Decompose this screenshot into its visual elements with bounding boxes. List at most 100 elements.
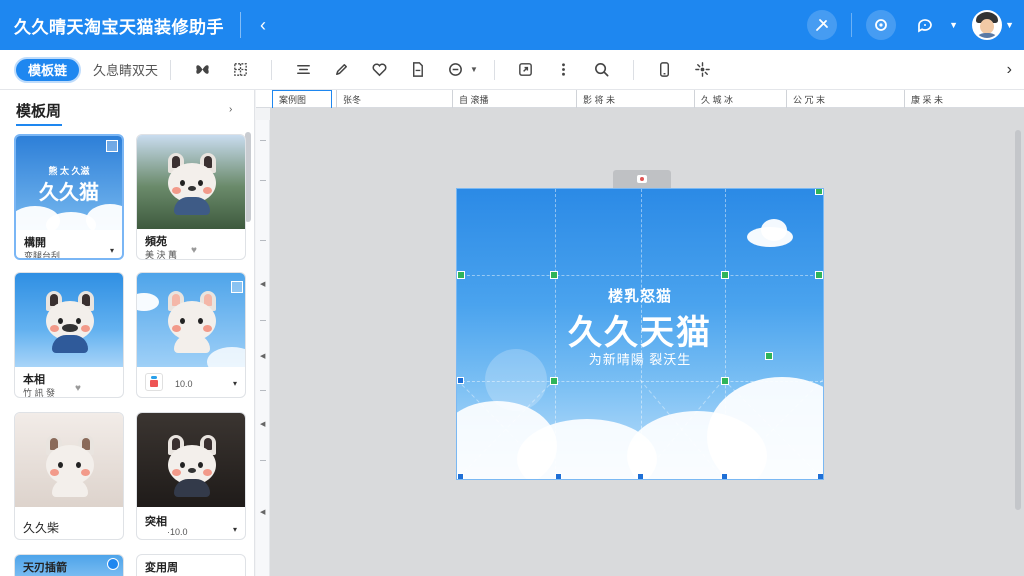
pen-icon[interactable] [328, 57, 354, 83]
thumb-title: 久久猫 [39, 182, 99, 204]
more-icon[interactable] [551, 57, 577, 83]
banner-subtitle[interactable]: 楼乳怒猫 [457, 285, 823, 306]
toolbar: 模板链 久息睛双天 ▼ › [0, 50, 1024, 90]
ruler-cell[interactable]: 公 冗 末 [786, 90, 904, 108]
template-card[interactable]: 熊 太 久滋 久久猫 構開 变腿台刮 ▾ [14, 134, 124, 260]
topbar-separator [851, 13, 853, 37]
document-icon[interactable] [404, 57, 430, 83]
anchor-handle[interactable] [555, 473, 562, 479]
template-button[interactable]: 模板链 [14, 56, 82, 83]
collapse-left-icon[interactable]: ◀ [260, 280, 265, 288]
template-thumbnail: 熊 太 久滋 久久猫 [16, 136, 122, 230]
marker-icon[interactable]: ◀ [260, 508, 265, 516]
check-badge-icon[interactable] [107, 558, 119, 570]
panel-title: 模板周 [16, 103, 62, 120]
template-card[interactable]: 10.0 ▾ [136, 272, 246, 398]
comment-caret-icon[interactable]: ▼ [470, 65, 478, 74]
template-panel: 模板周 › 熊 太 久滋 久久猫 構開 变腿台刮 ▾ 頻苑 美 決 萬 ♥ 本相… [0, 90, 255, 576]
resize-handle[interactable] [815, 271, 823, 279]
user-menu[interactable]: ▼ [972, 10, 1014, 40]
heart-icon[interactable]: ♥ [191, 245, 197, 256]
gift-icon[interactable] [145, 373, 163, 391]
butterfly-icon[interactable] [189, 57, 215, 83]
anchor-handle[interactable] [457, 377, 464, 384]
resize-handle[interactable] [550, 377, 558, 385]
template-card[interactable]: 変用周 [136, 554, 246, 576]
toolbar-separator [493, 59, 495, 80]
marker-icon[interactable]: ◀ [260, 420, 265, 428]
topbar-divider [240, 12, 241, 38]
template-thumbnail [137, 273, 245, 367]
message-icon[interactable] [910, 10, 940, 40]
card-title: 頻苑 [145, 236, 167, 248]
panel-arrow-icon[interactable]: › [229, 104, 232, 115]
side-ruler: ◀ ◀ ◀ ◀ [256, 120, 270, 576]
card-rating: ·10.0 [167, 527, 188, 537]
ruler-cell[interactable]: 张冬 [336, 90, 448, 108]
toolbar-separator [170, 59, 172, 80]
grid-icon[interactable] [227, 57, 253, 83]
resize-handle[interactable] [721, 271, 729, 279]
mobile-preview-icon[interactable] [652, 57, 678, 83]
resize-handle[interactable] [550, 271, 558, 279]
anchor-handle[interactable] [457, 473, 464, 479]
template-card[interactable]: 突相 ·10.0 ▾ [136, 412, 246, 540]
comment-icon[interactable] [442, 57, 468, 83]
pin-icon[interactable] [807, 10, 838, 40]
card-title: 突相 [145, 516, 167, 528]
card-title: 変用周 [145, 562, 178, 574]
secondary-tab[interactable]: 久息睛双天 [93, 60, 158, 79]
canvas-scrollbar[interactable] [1015, 130, 1021, 510]
card-title: 構開 [24, 237, 46, 249]
toolbar-separator [632, 59, 634, 80]
support-icon[interactable] [866, 10, 897, 40]
chevron-down-icon[interactable]: ▼ [1005, 20, 1014, 30]
resize-handle[interactable] [815, 189, 823, 195]
app-title: 久久晴天淘宝天猫装修助手 [14, 17, 224, 37]
heart-icon[interactable]: ♥ [75, 383, 81, 394]
ruler-cell[interactable]: 案例图 [272, 90, 332, 109]
top-ruler: 案例图 张冬 自 滚播 影 将 未 久 城 冰 公 冗 末 康 采 未 [256, 90, 1024, 109]
template-card[interactable]: 天刃插箭 [14, 554, 124, 576]
chevron-down-icon[interactable]: ▾ [233, 379, 237, 388]
toolbar-expand-icon[interactable]: › [1007, 50, 1012, 90]
chevron-down-icon[interactable]: ▾ [110, 246, 114, 255]
template-card[interactable]: 久久柴 [14, 412, 124, 540]
banner-title[interactable]: 久久天猫 [457, 305, 823, 354]
ruler-cell[interactable]: 康 采 未 [904, 90, 1022, 108]
anchor-handle[interactable] [817, 473, 823, 479]
anchor-handle[interactable] [637, 473, 644, 479]
top-bar: 久久晴天淘宝天猫装修助手 ‹ ▼ ▼ [0, 0, 1024, 50]
magic-icon[interactable] [690, 57, 716, 83]
resize-handle[interactable] [457, 271, 465, 279]
template-card[interactable]: 本相 竹 訊 發 ♥ [14, 272, 124, 398]
marker-icon[interactable]: ◀ [260, 352, 265, 360]
resize-handle[interactable] [765, 352, 773, 360]
export-icon[interactable] [513, 57, 539, 83]
resize-handle[interactable] [721, 377, 729, 385]
design-canvas[interactable]: 楼乳怒猫 久久天猫 为新晴陽 裂沃生 [270, 108, 1024, 576]
ruler-cell[interactable]: 影 将 未 [576, 90, 694, 108]
card-title: 本相 [23, 374, 45, 386]
chevron-down-icon[interactable]: ▾ [233, 525, 237, 534]
message-caret-icon[interactable]: ▼ [949, 20, 958, 30]
banner-artboard[interactable]: 楼乳怒猫 久久天猫 为新晴陽 裂沃生 [456, 188, 824, 480]
select-box-icon[interactable] [231, 281, 243, 293]
back-icon[interactable]: ‹ [247, 9, 279, 41]
card-rating: 10.0 [175, 379, 193, 389]
template-thumbnail: 天刃插箭 [15, 555, 123, 576]
ruler-cell[interactable]: 久 城 冰 [694, 90, 786, 108]
heart-icon[interactable] [366, 57, 392, 83]
card-title: 天刃插箭 [23, 562, 67, 574]
avatar[interactable] [972, 10, 1003, 40]
search-icon[interactable] [589, 57, 615, 83]
select-box-icon[interactable] [106, 140, 118, 152]
card-subtitle: 美 決 萬 [145, 250, 178, 260]
anchor-handle[interactable] [721, 473, 728, 479]
template-card[interactable]: 頻苑 美 決 萬 ♥ [136, 134, 246, 260]
card-title: 久久柴 [23, 521, 60, 535]
ruler-cell[interactable]: 自 滚播 [452, 90, 576, 108]
panel-title-underline [16, 124, 62, 126]
canvas-drag-handle[interactable] [613, 170, 671, 188]
align-icon[interactable] [290, 57, 316, 83]
